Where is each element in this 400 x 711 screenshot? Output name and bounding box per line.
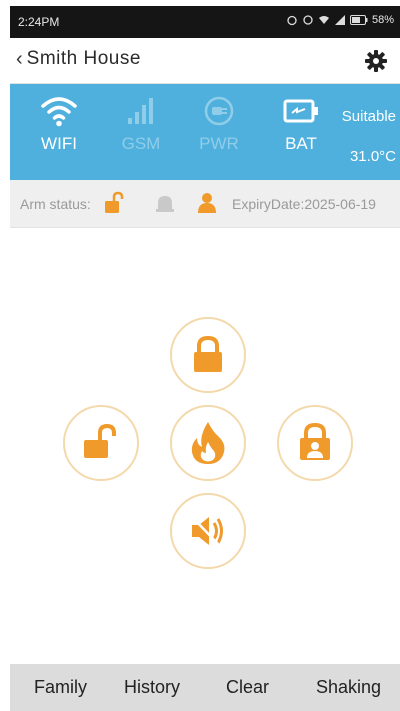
wifi-icon [41,97,77,127]
status-time: 2:24PM [18,15,60,29]
person-lock-icon [300,422,330,460]
chevron-left-icon: ‹ [16,48,23,70]
speaker-mute-icon [192,517,223,545]
shaking-button[interactable]: Shaking [316,677,381,698]
arm-status-bar: Arm status: ExpiryDate:2025-06-19 [10,180,400,228]
status-bar: 2:24PM 58% [10,6,400,38]
battery-icon [283,99,318,123]
environment-status: Suitable [341,108,396,125]
alarm-bell-status-icon [156,196,174,212]
battery-percent: 58% [371,14,394,26]
alarm-icon [287,15,297,26]
bottom-nav: Family History Clear Shaking [10,664,400,711]
home-arm-button[interactable] [277,405,353,481]
sync-icon [303,15,313,25]
panic-button[interactable] [170,405,246,481]
arm-status-label: Arm status: [20,196,91,212]
battery-status: BAT [266,94,336,154]
page-title: Smith House [26,48,141,69]
wifi-status-icon [318,16,329,24]
power-plug-icon [204,96,234,126]
battery-status-icon [349,15,368,25]
pwr-label: PWR [199,134,239,153]
lock-icon [194,335,222,372]
back-button[interactable]: ‹ Smith House [16,48,141,70]
gsm-label: GSM [121,134,161,153]
arm-button[interactable] [170,317,246,393]
system-icons: 58% [286,14,394,26]
person-status-icon [198,193,216,213]
wifi-label: WIFI [41,134,77,153]
gsm-status: GSM [106,94,176,154]
unlock-icon [84,423,116,458]
app-screen: 2:24PM 58% ‹ Smith House WIFI GSM PWR BA… [10,6,400,711]
disarm-button[interactable] [63,405,139,481]
temperature-value: 31.0°C [349,148,396,165]
signal-icon [334,15,345,25]
expiry-date: ExpiryDate:2025-06-19 [232,196,376,212]
power-status: PWR [184,94,254,154]
gsm-signal-icon [128,98,153,124]
clear-button[interactable]: Clear [226,677,269,698]
app-header: ‹ Smith House [10,38,400,84]
fire-icon [191,422,225,464]
family-button[interactable]: Family [34,677,87,698]
unlock-status-icon [105,191,124,213]
gear-icon[interactable] [364,49,388,73]
bat-label: BAT [285,134,317,153]
history-button[interactable]: History [124,677,180,698]
mute-button[interactable] [170,493,246,569]
device-status-panel: WIFI GSM PWR BAT Suitable 31.0°C [10,84,400,180]
wifi-status: WIFI [24,94,94,154]
